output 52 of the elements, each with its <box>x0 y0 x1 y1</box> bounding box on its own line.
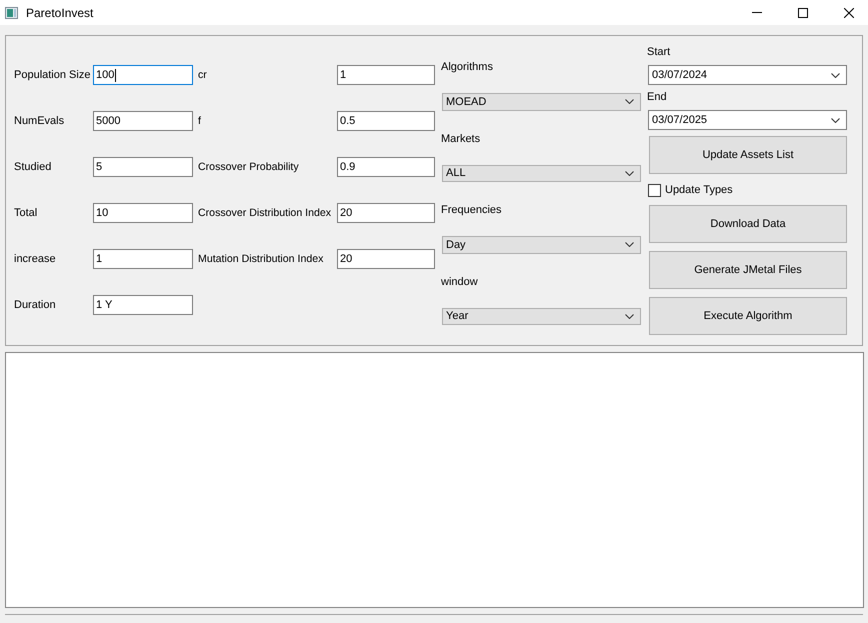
app-icon <box>5 6 18 18</box>
input-field[interactable]: 0.9 <box>337 157 435 177</box>
field-label: Studied <box>14 160 52 175</box>
checkbox[interactable] <box>648 184 661 196</box>
chevron-down-icon <box>625 242 634 248</box>
field-label: cr <box>197 68 208 83</box>
minimize-icon <box>752 12 762 13</box>
dropdown-label: Frequencies <box>441 203 502 218</box>
input-field[interactable]: 10 <box>93 203 193 223</box>
dropdown[interactable]: Year <box>442 308 641 325</box>
field-label: NumEvals <box>14 114 66 129</box>
field-label: Mutation Distribution Index <box>197 252 324 267</box>
field-label: Crossover Probability <box>197 160 300 175</box>
input-field[interactable]: 1 <box>337 65 435 85</box>
input-field[interactable]: 5 <box>93 157 193 177</box>
action-button[interactable]: Execute Algorithm <box>649 297 847 335</box>
dropdown-label: Algorithms <box>441 60 493 75</box>
input-field[interactable]: 0.5 <box>337 111 435 131</box>
action-button[interactable]: Download Data <box>649 205 847 243</box>
chevron-down-icon <box>625 314 634 319</box>
chevron-down-icon <box>625 99 634 104</box>
dropdown[interactable]: ALL <box>442 164 641 182</box>
date-picker[interactable]: 03/07/2024 <box>648 65 847 85</box>
chevron-down-icon <box>831 118 840 122</box>
date-label: Start <box>647 45 670 60</box>
input-field[interactable]: 1 Y <box>93 295 193 315</box>
dropdown[interactable]: MOEAD <box>442 93 641 110</box>
action-button[interactable]: Update Assets List <box>649 136 847 174</box>
chevron-down-icon <box>831 72 840 78</box>
date-label: End <box>647 90 667 105</box>
chevron-down-icon <box>625 170 634 176</box>
field-label: Crossover Distribution Index <box>197 206 332 221</box>
date-picker[interactable]: 03/07/2025 <box>648 110 847 130</box>
input-field[interactable]: 100 <box>93 65 193 85</box>
input-field[interactable]: 20 <box>337 203 435 223</box>
field-label: Population Size <box>14 68 92 83</box>
input-field[interactable]: 5000 <box>93 111 193 131</box>
checkbox-label[interactable]: Update Types <box>665 184 733 196</box>
text-cursor-icon <box>115 68 116 82</box>
field-label: f <box>197 114 202 129</box>
dropdown[interactable]: Day <box>442 236 641 254</box>
input-field[interactable]: 1 <box>93 249 193 269</box>
field-label: increase <box>14 252 57 267</box>
window-title: ParetoInvest <box>26 6 94 20</box>
field-label: Total <box>14 206 38 221</box>
field-label: Duration <box>14 298 57 313</box>
input-field[interactable]: 20 <box>337 249 435 269</box>
close-icon <box>844 8 854 18</box>
dropdown-label: window <box>441 274 478 290</box>
dropdown-label: Markets <box>441 132 480 146</box>
action-button[interactable]: Generate JMetal Files <box>649 251 847 289</box>
maximize-icon <box>798 8 808 18</box>
